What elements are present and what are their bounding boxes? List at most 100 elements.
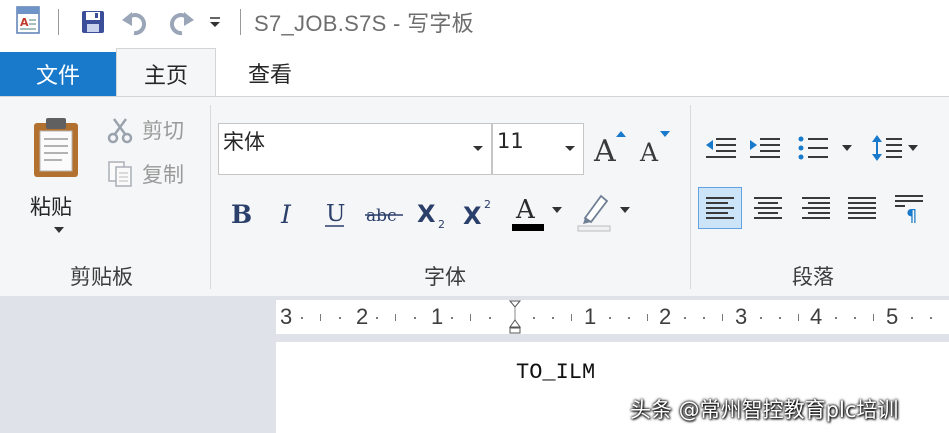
copy-icon — [106, 160, 134, 188]
ruler[interactable]: 3 2 1 1 2 3 4 5 — [276, 300, 949, 334]
ruler-tick — [930, 317, 932, 319]
tab-home[interactable]: 主页 — [116, 48, 216, 98]
ruler-tick — [703, 317, 705, 319]
ruler-tick — [571, 314, 572, 321]
align-right-icon[interactable] — [794, 187, 838, 229]
ruler-tick — [854, 317, 856, 319]
undo-icon[interactable] — [120, 7, 152, 37]
ruler-tick — [414, 317, 416, 319]
font-group-label: 字体 — [424, 265, 466, 289]
chevron-down-icon[interactable] — [618, 205, 632, 215]
ruler-label: 2 — [356, 304, 369, 329]
chevron-down-icon[interactable] — [840, 143, 854, 153]
ruler-tick — [533, 317, 535, 319]
paste-button[interactable]: 粘贴 — [30, 191, 72, 221]
font-family-select[interactable]: 宋体 — [218, 123, 492, 175]
svg-text:X: X — [417, 200, 436, 228]
tab-view[interactable]: 查看 — [228, 48, 312, 98]
clipboard-group-label: 剪贴板 — [70, 265, 133, 289]
line-spacing-icon[interactable] — [870, 131, 904, 165]
svg-text:B: B — [231, 200, 252, 229]
strikethrough-icon[interactable]: abc — [362, 193, 406, 233]
ruler-tick — [873, 314, 874, 321]
italic-icon[interactable]: I — [270, 193, 304, 233]
paragraph-group-label: 段落 — [792, 265, 834, 289]
chevron-down-icon[interactable] — [906, 143, 920, 153]
underline-icon[interactable]: U — [318, 193, 352, 233]
ruler-label: 2 — [659, 304, 672, 329]
paragraph-icon[interactable]: ¶ — [888, 187, 932, 229]
increase-indent-icon[interactable] — [746, 131, 784, 165]
ribbon: 粘贴 剪切 复制 剪贴板 宋体 11 A A B I U abc X 2 X 2… — [0, 96, 949, 296]
ruler-tick — [628, 317, 630, 319]
font-family-value: 宋体 — [223, 130, 265, 154]
ruler-tick — [684, 317, 686, 319]
ruler-tick — [722, 314, 723, 321]
align-center-icon[interactable] — [746, 187, 790, 229]
ruler-tick — [609, 317, 611, 319]
ruler-label: 3 — [280, 304, 293, 329]
paste-icon[interactable] — [22, 111, 90, 185]
ruler-tick — [395, 314, 396, 321]
text-color-icon[interactable]: A — [508, 189, 548, 235]
ruler-label: 1 — [584, 304, 597, 329]
superscript-icon[interactable]: X2 — [460, 193, 496, 233]
paste-dropdown-icon[interactable] — [52, 225, 66, 235]
customize-quick-access-icon[interactable] — [206, 12, 224, 32]
grow-font-icon[interactable]: A — [592, 127, 628, 167]
redo-icon[interactable] — [164, 7, 196, 37]
scissors-icon — [106, 116, 134, 144]
watermark: 头条 @常州智控教育plc培训 — [630, 398, 899, 422]
tab-file[interactable]: 文件 — [0, 52, 116, 96]
ruler-tick — [470, 314, 471, 321]
ruler-tick — [320, 314, 321, 321]
svg-text:abc: abc — [366, 206, 397, 226]
svg-text:¶: ¶ — [906, 206, 917, 223]
svg-text:A: A — [20, 16, 29, 29]
copy-button[interactable]: 复制 — [106, 159, 184, 189]
ruler-label: 4 — [810, 304, 823, 329]
svg-text:X: X — [463, 202, 482, 230]
svg-text:I: I — [280, 200, 292, 229]
group-separator — [690, 105, 691, 289]
ruler-tick — [552, 317, 554, 319]
ruler-tick — [489, 317, 491, 319]
font-size-select[interactable]: 11 — [492, 123, 584, 175]
chevron-down-icon — [473, 146, 483, 151]
bold-icon[interactable]: B — [224, 193, 258, 233]
svg-text:A: A — [593, 134, 616, 165]
document-text[interactable]: TO_ILM — [516, 360, 595, 385]
chevron-down-icon — [565, 146, 575, 151]
cut-button[interactable]: 剪切 — [106, 115, 184, 145]
align-left-icon[interactable] — [698, 187, 742, 229]
ruler-label: 1 — [431, 304, 444, 329]
shrink-font-icon[interactable]: A — [636, 127, 672, 167]
decrease-indent-icon[interactable] — [702, 131, 740, 165]
ruler-tick — [779, 317, 781, 319]
save-icon[interactable] — [78, 7, 108, 37]
ruler-label: 3 — [735, 304, 748, 329]
svg-text:2: 2 — [484, 198, 491, 211]
indent-marker-icon[interactable] — [508, 300, 522, 334]
copy-label: 复制 — [142, 163, 184, 187]
ruler-label: 5 — [886, 304, 899, 329]
svg-text:A: A — [639, 138, 659, 165]
subscript-icon[interactable]: X2 — [414, 193, 450, 233]
title-separator — [58, 9, 59, 35]
svg-text:2: 2 — [438, 218, 445, 230]
wordpad-icon[interactable]: A — [14, 5, 42, 35]
bullet-list-icon[interactable] — [794, 131, 832, 165]
window-title: S7_JOB.S7S - 写字板 — [254, 11, 474, 36]
justify-icon[interactable] — [840, 187, 884, 229]
ribbon-tabs: 文件 主页 查看 — [0, 44, 949, 98]
title-separator — [240, 9, 241, 35]
highlighter-icon[interactable] — [574, 189, 614, 235]
ruler-tick — [798, 314, 799, 321]
ruler-tick — [451, 317, 453, 319]
chevron-down-icon[interactable] — [550, 205, 564, 215]
title-bar: A S7_JOB.S7S - 写字板 — [0, 0, 949, 44]
ruler-tick — [301, 317, 303, 319]
ruler-tick — [647, 314, 648, 321]
font-size-value: 11 — [497, 129, 524, 153]
svg-text:U: U — [326, 201, 345, 227]
